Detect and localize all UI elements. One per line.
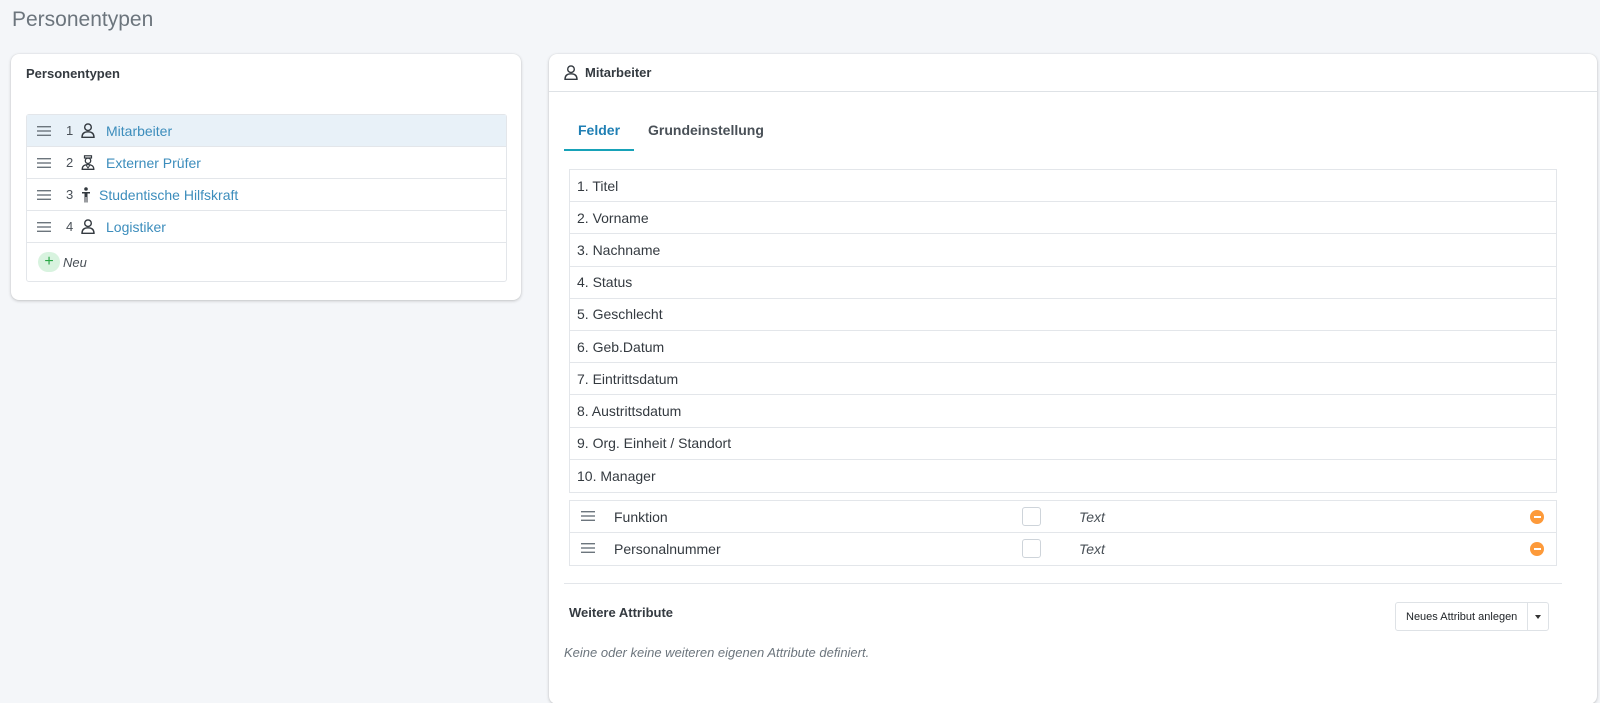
custom-field-row: Personalnummer Text: [570, 533, 1556, 565]
chevron-down-icon[interactable]: [1528, 603, 1548, 630]
custom-field-label: Funktion: [614, 508, 668, 525]
field-row: 1. Titel: [570, 170, 1556, 203]
person-type-item-mitarbeiter[interactable]: 1 Mitarbeiter: [27, 115, 506, 147]
card-header: Mitarbeiter: [549, 54, 1597, 92]
attributes-title: Weitere Attribute: [569, 605, 674, 620]
user-icon: [80, 123, 96, 139]
custom-field-label: Personalnummer: [614, 541, 721, 557]
new-attribute-button-group: Neues Attribut anlegen: [1395, 602, 1550, 631]
field-row: 3. Nachname: [570, 234, 1556, 267]
custom-field-row: Funktion Text: [570, 501, 1556, 533]
remove-field-button[interactable]: [1530, 510, 1544, 524]
person-standing-icon: [80, 186, 92, 203]
drag-handle-icon[interactable]: [37, 221, 51, 233]
standard-field-list: 1. Titel 2. Vorname 3. Nachname 4. Statu…: [569, 169, 1557, 493]
item-number: 4: [66, 219, 74, 234]
field-row: 2. Vorname: [570, 202, 1556, 235]
person-type-label[interactable]: Mitarbeiter: [106, 123, 172, 139]
tab-grundeinstellung[interactable]: Grundeinstellung: [634, 116, 778, 151]
empty-attributes-note: Keine oder keine weiteren eigenen Attrib…: [564, 645, 870, 660]
person-type-label[interactable]: Logistiker: [106, 219, 166, 235]
drag-handle-icon[interactable]: [581, 510, 595, 522]
plus-icon[interactable]: +: [38, 252, 60, 272]
field-type: Text: [1079, 541, 1105, 557]
tab-felder[interactable]: Felder: [564, 116, 635, 151]
person-type-label[interactable]: Externer Prüfer: [106, 155, 201, 171]
field-row: 9. Org. Einheit / Standort: [570, 428, 1556, 460]
required-checkbox[interactable]: [1022, 507, 1041, 526]
field-row: 10. Manager: [577, 467, 656, 484]
drag-handle-icon[interactable]: [37, 125, 51, 137]
field-type: Text: [1079, 508, 1105, 525]
person-type-item-studentische-hilfskraft[interactable]: 3 Studentische Hilfskraft: [27, 179, 506, 211]
remove-field-button[interactable]: [1530, 542, 1544, 556]
card-title: Mitarbeiter: [585, 65, 652, 80]
item-number: 3: [66, 187, 74, 202]
user-icon: [564, 65, 578, 80]
tab-bar: Felder Grundeinstellung: [564, 116, 778, 151]
person-type-label[interactable]: Studentische Hilfskraft: [99, 187, 238, 203]
user-icon: [80, 219, 96, 235]
item-number: 2: [66, 155, 74, 170]
field-row: 8. Austrittsdatum: [570, 395, 1556, 428]
new-label[interactable]: Neu: [63, 255, 87, 270]
person-type-detail-card: Mitarbeiter Felder Grundeinstellung 1. T…: [549, 54, 1597, 703]
drag-handle-icon[interactable]: [37, 189, 51, 201]
new-attribute-button[interactable]: Neues Attribut anlegen: [1396, 603, 1529, 630]
drag-handle-icon[interactable]: [37, 157, 51, 169]
divider: [564, 583, 1562, 584]
field-row: 4. Status: [570, 267, 1556, 299]
field-row: 6. Geb.Datum: [570, 331, 1556, 364]
page-title: Personentypen: [12, 8, 154, 31]
add-person-type-button[interactable]: + Neu: [27, 243, 506, 281]
custom-field-list: Funktion Text Personalnummer Text: [569, 500, 1557, 566]
person-type-item-externer-pruefer[interactable]: 2 Externer Prüfer: [27, 147, 506, 179]
person-type-item-logistiker[interactable]: 4 Logistiker: [27, 211, 506, 243]
drag-handle-icon[interactable]: [581, 542, 595, 554]
field-row: 7. Eintrittsdatum: [570, 363, 1556, 396]
person-type-list: 1 Mitarbeiter 2 Externer Prüfer 3 Studen…: [26, 114, 507, 282]
person-types-card: Personentypen 1 Mitarbeiter 2 Externer P…: [11, 54, 521, 300]
item-number: 1: [66, 123, 74, 138]
inspector-icon: [80, 155, 96, 171]
card-title: Personentypen: [26, 66, 120, 81]
field-row: 5. Geschlecht: [570, 299, 1556, 331]
required-checkbox[interactable]: [1022, 539, 1041, 558]
